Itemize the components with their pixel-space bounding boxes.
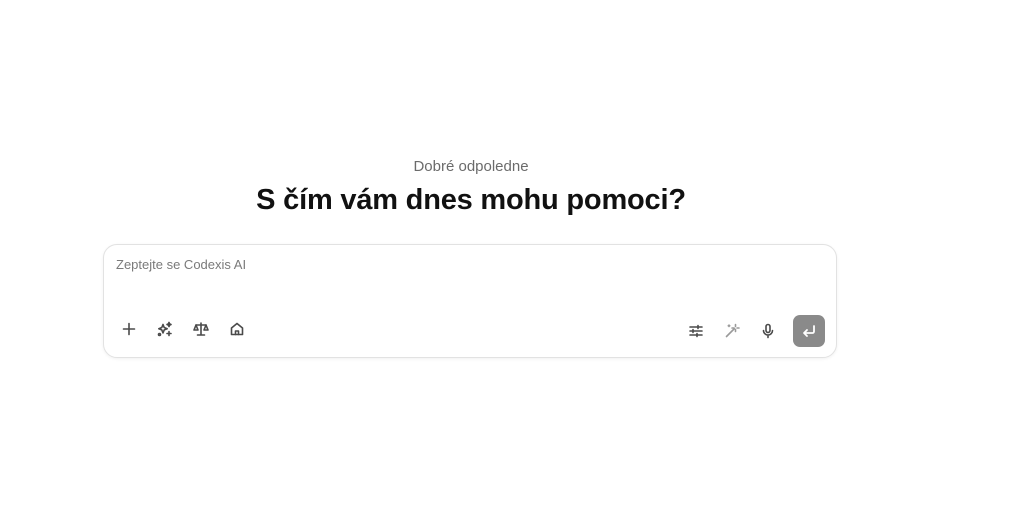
voice-input-button[interactable]: [757, 320, 779, 342]
legal-button[interactable]: [190, 318, 212, 340]
plus-icon: [122, 322, 136, 336]
prompt-input[interactable]: [116, 257, 816, 297]
page-title: S čím vám dnes mohu pomoci?: [256, 184, 686, 216]
composer-left-toolbar: [118, 318, 248, 340]
settings-button[interactable]: [685, 320, 707, 342]
home-icon: [230, 322, 244, 336]
sliders-icon: [689, 324, 703, 338]
ai-tools-button[interactable]: [154, 318, 176, 340]
microphone-icon: [762, 323, 774, 339]
enhance-prompt-button[interactable]: [721, 320, 743, 342]
enter-icon: [803, 325, 815, 337]
page: Dobré odpoledne S čím vám dnes mohu pomo…: [0, 0, 1027, 532]
composer-right-toolbar: [685, 315, 825, 347]
send-button[interactable]: [793, 315, 825, 347]
add-button[interactable]: [118, 318, 140, 340]
magic-wand-icon: [725, 323, 740, 338]
chat-composer: [103, 244, 837, 358]
sparkles-icon: [157, 321, 172, 337]
greeting-text: Dobré odpoledne: [413, 158, 529, 175]
scales-icon: [193, 322, 209, 336]
home-button[interactable]: [226, 318, 248, 340]
